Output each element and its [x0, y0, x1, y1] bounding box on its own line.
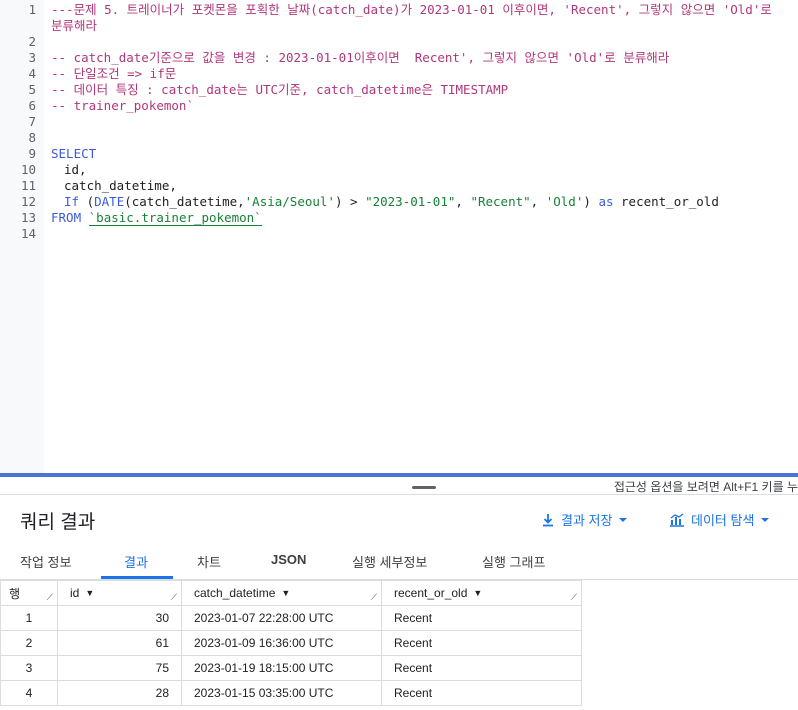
- cell-recent-or-old: Recent: [381, 655, 582, 681]
- tab-execution-details[interactable]: 실행 세부정보: [352, 552, 427, 571]
- column-header-catch-datetime[interactable]: catch_datetime ▼ ⟋: [181, 580, 382, 606]
- row-number: 1: [0, 605, 58, 631]
- column-header-row: 행 ⟋: [0, 580, 58, 606]
- cell-catch-datetime: 2023-01-19 18:15:00 UTC: [181, 655, 382, 681]
- table-row: 3 75 2023-01-19 18:15:00 UTC Recent: [0, 655, 582, 681]
- cell-catch-datetime: 2023-01-09 16:36:00 UTC: [181, 630, 382, 656]
- explore-data-label: 데이터 탐색: [691, 513, 755, 528]
- column-header-id[interactable]: id ▼ ⟋: [57, 580, 182, 606]
- row-number: 3: [0, 655, 58, 681]
- line-number-gutter: 1 2 3 4 5 6 7 8 9 10 11 12 13 14: [0, 0, 44, 473]
- code-if-expression: If (DATE(catch_datetime,'Asia/Seoul') > …: [64, 194, 719, 209]
- tab-json[interactable]: JSON: [271, 552, 306, 567]
- tab-chart[interactable]: 차트: [197, 552, 221, 571]
- accessibility-hint: 접근성 옵션을 보려면 Alt+F1 키를 누: [613, 480, 798, 494]
- resize-icon[interactable]: ⟋: [47, 592, 53, 603]
- results-tabs: 작업 정보 결과 차트 JSON 실행 세부정보 실행 그래프: [0, 545, 798, 580]
- line-number: 1: [28, 2, 36, 17]
- resize-bar[interactable]: 접근성 옵션을 보려면 Alt+F1 키를 누: [0, 477, 798, 495]
- code-keyword-as: as: [598, 194, 614, 209]
- row-number: 2: [0, 630, 58, 656]
- resize-icon[interactable]: ⟋: [171, 592, 177, 603]
- cell-recent-or-old: Recent: [381, 680, 582, 706]
- line-number: 3: [28, 50, 36, 65]
- cell-id: 75: [57, 655, 182, 681]
- line-number: 5: [28, 82, 36, 97]
- resize-icon[interactable]: ⟋: [571, 592, 577, 603]
- cell-catch-datetime: 2023-01-15 03:35:00 UTC: [181, 680, 382, 706]
- code-fn-date: DATE: [94, 194, 125, 209]
- line-number: 6: [28, 98, 36, 113]
- save-results-button[interactable]: 결과 저장: [541, 510, 628, 529]
- code-comment: -- catch_date기준으로 값을 변경 : 2023-01-01이후이면…: [51, 50, 670, 65]
- code-comment: ---문제 5. 트레이너가 포켓몬을 포획한 날짜(catch_date)가 …: [51, 2, 772, 17]
- row-number: 4: [0, 680, 58, 706]
- cell-id: 28: [57, 680, 182, 706]
- cell-recent-or-old: Recent: [381, 630, 582, 656]
- tab-job-info[interactable]: 작업 정보: [20, 552, 71, 571]
- table-row: 4 28 2023-01-15 03:35:00 UTC Recent: [0, 680, 582, 706]
- cell-id: 30: [57, 605, 182, 631]
- caret-down-icon: [619, 517, 628, 522]
- line-number: 9: [28, 146, 36, 161]
- code-comment: -- 단일조건 => if문: [51, 66, 177, 81]
- line-number: 10: [20, 162, 36, 177]
- sort-caret-icon[interactable]: ▼: [281, 588, 290, 598]
- line-number: 11: [20, 178, 36, 193]
- results-table: 행 ⟋ id ▼ ⟋ catch_datetime ▼ ⟋ recent_or_old ▼ ⟋…: [0, 580, 582, 706]
- caret-down-icon: [761, 517, 770, 522]
- drag-handle-icon[interactable]: [412, 486, 436, 489]
- code-column-catch-datetime: catch_datetime,: [64, 178, 177, 193]
- table-row: 1 30 2023-01-07 22:28:00 UTC Recent: [0, 605, 582, 631]
- tab-results[interactable]: 결과: [124, 552, 148, 571]
- download-icon: [543, 513, 553, 526]
- line-number: 2: [28, 34, 36, 49]
- line-number: 8: [28, 130, 36, 145]
- code-fn-if: If: [64, 194, 80, 209]
- line-number: 13: [20, 210, 36, 225]
- tab-execution-graph[interactable]: 실행 그래프: [482, 552, 545, 571]
- line-number: 7: [28, 114, 36, 129]
- cell-id: 61: [57, 630, 182, 656]
- cell-catch-datetime: 2023-01-07 22:28:00 UTC: [181, 605, 382, 631]
- line-number: 4: [28, 66, 36, 81]
- code-keyword-from: FROM: [51, 210, 82, 225]
- code-comment: -- 데이터 특징 : catch_date는 UTC기준, catch_dat…: [51, 82, 509, 97]
- code-table-reference: `basic.trainer_pokemon`: [88, 210, 262, 226]
- line-number: 12: [20, 194, 36, 209]
- sort-caret-icon[interactable]: ▼: [473, 588, 482, 598]
- resize-icon[interactable]: ⟋: [371, 592, 377, 603]
- cell-recent-or-old: Recent: [381, 605, 582, 631]
- code-comment: -- trainer_pokemon`: [51, 98, 194, 113]
- sql-editor[interactable]: 1 2 3 4 5 6 7 8 9 10 11 12 13 14 ---문제 5…: [0, 0, 798, 473]
- results-title: 쿼리 결과: [20, 512, 96, 533]
- line-number: 14: [20, 226, 36, 241]
- save-results-label: 결과 저장: [561, 513, 613, 528]
- active-tab-indicator: [101, 576, 173, 579]
- code-keyword-select: SELECT: [51, 146, 97, 161]
- column-header-recent-or-old[interactable]: recent_or_old ▼ ⟋: [381, 580, 582, 606]
- chart-explore-icon: [670, 512, 684, 527]
- explore-data-button[interactable]: 데이터 탐색: [669, 510, 770, 529]
- code-from-clause: FROM `basic.trainer_pokemon`: [51, 210, 262, 226]
- table-row: 2 61 2023-01-09 16:36:00 UTC Recent: [0, 630, 582, 656]
- code-comment: 분류해라: [51, 18, 98, 33]
- code-column-id: id,: [64, 162, 87, 177]
- sort-caret-icon[interactable]: ▼: [85, 588, 94, 598]
